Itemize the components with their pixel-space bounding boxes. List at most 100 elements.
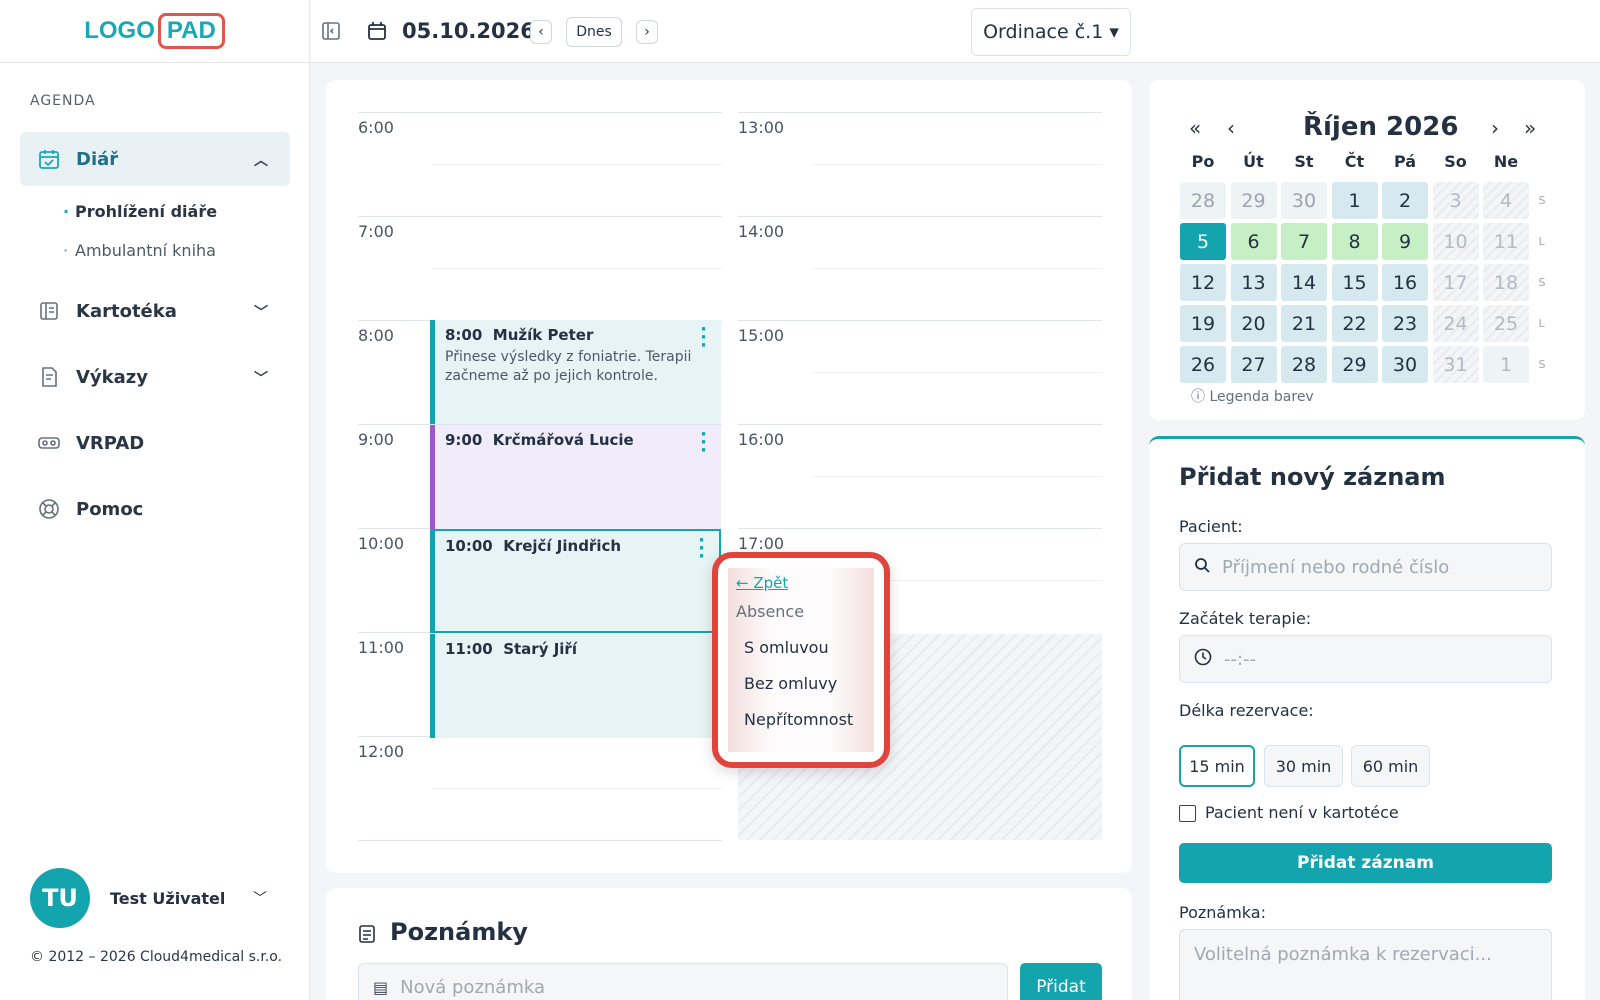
calendar-day[interactable]: 10	[1432, 223, 1479, 260]
calendar-title: Říjen 2026	[1303, 112, 1459, 142]
nav-kartoteka[interactable]: Kartotéka ﹀	[20, 284, 290, 338]
duration-30-button[interactable]: 30 min	[1264, 745, 1343, 787]
today-button[interactable]: Dnes	[566, 17, 622, 47]
calendar-day[interactable]: 12	[1180, 264, 1226, 301]
logo-pad: PAD	[157, 13, 225, 49]
avatar: TU	[30, 868, 90, 928]
nav-pomoc[interactable]: Pomoc	[20, 482, 290, 536]
calendar-day[interactable]: 17	[1432, 264, 1479, 301]
appointment-selected[interactable]: 10:00 Krejčí Jindřich · · ·	[430, 529, 721, 633]
prev-day-button[interactable]: ‹	[530, 20, 552, 44]
nav-vykazy[interactable]: Výkazy ﹀	[20, 350, 290, 404]
calendar-day[interactable]: 20	[1230, 305, 1277, 342]
duration-15-button[interactable]: 15 min	[1179, 745, 1255, 787]
calendar-day[interactable]: 28	[1281, 346, 1327, 383]
calendar-day[interactable]: 27	[1230, 346, 1277, 383]
next-day-button[interactable]: ›	[636, 20, 658, 44]
next-month-icon[interactable]: ›	[1491, 116, 1499, 140]
half-hour-line	[432, 268, 722, 269]
menu-item-s-omluvou[interactable]: S omluvou	[736, 638, 866, 657]
calendar-day[interactable]: 16	[1382, 264, 1428, 301]
menu-item-neprítomnost[interactable]: Nepřítomnost	[736, 710, 866, 729]
more-vertical-icon[interactable]: · · ·	[700, 321, 707, 355]
calendar-day[interactable]: 29	[1230, 182, 1277, 219]
calendar-day[interactable]: 9	[1382, 223, 1428, 260]
calendar-day[interactable]: 5	[1180, 223, 1226, 260]
sub-ambulantni[interactable]: Ambulantní kniha	[63, 241, 216, 260]
hour-line	[358, 216, 722, 217]
notes-card: Poznámky ▤ Nová poznámka Přidat	[326, 888, 1132, 1000]
new-note-input[interactable]: ▤ Nová poznámka	[358, 963, 1008, 1000]
calendar-day[interactable]: 30	[1382, 346, 1428, 383]
calendar-day[interactable]: 4	[1483, 182, 1529, 219]
notes-icon	[358, 924, 376, 948]
add-record-button[interactable]: Přidat záznam	[1179, 843, 1552, 883]
calendar-day[interactable]: 18	[1483, 264, 1529, 301]
more-vertical-icon[interactable]: · · ·	[700, 426, 707, 460]
mini-calendar: « ‹ Říjen 2026 › » Po Út St Čt Pá So Ne 28 29 30 1…	[1149, 80, 1585, 420]
reservation-note-textarea[interactable]: Volitelná poznámka k rezervaci...	[1179, 929, 1552, 1000]
calendar-day[interactable]: 23	[1382, 305, 1428, 342]
next-year-icon[interactable]: »	[1524, 116, 1536, 140]
report-icon	[38, 366, 60, 388]
calendar-day[interactable]: 22	[1331, 305, 1378, 342]
time-label: 15:00	[738, 326, 785, 345]
start-time-input[interactable]: --:--	[1179, 635, 1552, 683]
prev-month-icon[interactable]: ‹	[1227, 116, 1235, 140]
not-in-registry-checkbox[interactable]	[1179, 805, 1196, 822]
duration-60-button[interactable]: 60 min	[1351, 745, 1430, 787]
sidebar: LOGO PAD AGENDA Diář ︿ Prohlížení diáře …	[0, 0, 310, 1000]
nav-vrpad[interactable]: VRPAD	[20, 416, 290, 470]
calendar-day[interactable]: 8	[1331, 223, 1378, 260]
calendar-day[interactable]: 19	[1180, 305, 1226, 342]
prev-year-icon[interactable]: «	[1189, 116, 1201, 140]
start-placeholder: --:--	[1224, 648, 1257, 670]
logo[interactable]: LOGO PAD	[0, 0, 309, 63]
calendar-day[interactable]: 2	[1382, 182, 1428, 219]
search-icon	[1194, 557, 1210, 577]
add-note-button[interactable]: Přidat	[1020, 963, 1102, 1000]
calendar-icon[interactable]	[366, 20, 388, 42]
calendar-day[interactable]: 7	[1281, 223, 1327, 260]
week-tag: S	[1538, 358, 1546, 371]
calendar-day[interactable]: 21	[1281, 305, 1327, 342]
half-hour-line	[432, 164, 722, 165]
note-label: Poznámka:	[1179, 903, 1266, 922]
calendar-day[interactable]: 6	[1230, 223, 1277, 260]
calendar-day[interactable]: 31	[1432, 346, 1479, 383]
weekday-label: Po	[1191, 152, 1215, 171]
ordinace-select[interactable]: Ordinace č.1 ▾	[971, 8, 1131, 56]
calendar-day[interactable]: 26	[1180, 346, 1226, 383]
calendar-day[interactable]: 28	[1180, 182, 1226, 219]
hour-line	[738, 112, 1102, 113]
calendar-day[interactable]: 1	[1483, 346, 1529, 383]
weekday-label: Ne	[1493, 152, 1519, 171]
calendar-day[interactable]: 13	[1230, 264, 1277, 301]
sidebar-toggle-icon[interactable]	[320, 20, 342, 42]
user-menu[interactable]: TU Test Uživatel ﹀	[30, 868, 275, 928]
calendar-day[interactable]: 30	[1281, 182, 1327, 219]
sub-prohlizeni[interactable]: Prohlížení diáře	[63, 202, 217, 221]
appointment[interactable]: 8:00 Mužík Peter Přinese výsledky z foni…	[430, 320, 721, 424]
duration-label: Délka rezervace:	[1179, 701, 1314, 720]
appointment[interactable]: 9:00 Krčmářová Lucie · · ·	[430, 425, 721, 529]
chevron-down-icon: ﹀	[253, 891, 267, 907]
calendar-day[interactable]: 11	[1483, 223, 1529, 260]
calendar-day[interactable]: 14	[1281, 264, 1327, 301]
calendar-day[interactable]: 29	[1331, 346, 1378, 383]
patient-search-input[interactable]: Příjmení nebo rodné číslo	[1179, 543, 1552, 591]
menu-item-bez-omluvy[interactable]: Bez omluvy	[736, 674, 866, 693]
calendar-day[interactable]: 25	[1483, 305, 1529, 342]
legend-link[interactable]: ⓘ Legenda barev	[1191, 386, 1314, 406]
more-vertical-icon[interactable]: · · ·	[698, 532, 705, 566]
calendar-day[interactable]: 3	[1432, 182, 1479, 219]
back-link[interactable]: ← Zpět	[736, 574, 866, 592]
appointment[interactable]: 11:00 Starý Jiří	[430, 634, 721, 738]
calendar-day[interactable]: 24	[1432, 305, 1479, 342]
patient-label: Pacient:	[1179, 517, 1243, 536]
calendar-day[interactable]: 15	[1331, 264, 1378, 301]
nav-diar[interactable]: Diář ︿	[20, 132, 290, 186]
appointment-time: 8:00	[445, 326, 483, 344]
calendar-day[interactable]: 1	[1331, 182, 1378, 219]
appointment-patient: Mužík Peter	[492, 326, 594, 344]
